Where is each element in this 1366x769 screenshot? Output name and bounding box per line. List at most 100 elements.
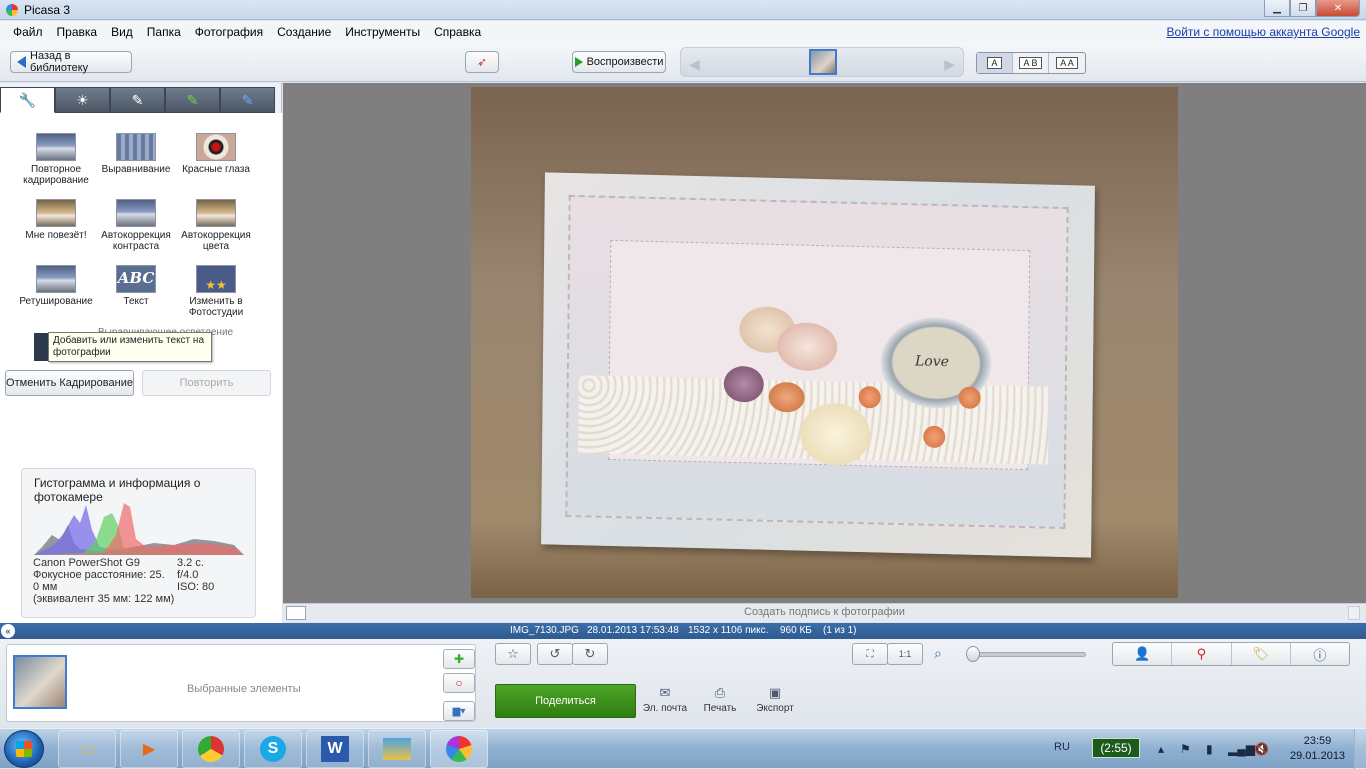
input-language[interactable]: RU bbox=[1054, 741, 1070, 753]
zoom-slider-knob[interactable] bbox=[966, 646, 980, 662]
menu-create[interactable]: Создание bbox=[270, 25, 338, 39]
fill-light-icon[interactable] bbox=[34, 333, 48, 361]
main-photo[interactable]: Love bbox=[471, 87, 1178, 598]
menu-file[interactable]: Файл bbox=[6, 25, 50, 39]
taskbar-chrome[interactable] bbox=[182, 730, 240, 768]
taskbar-picasa[interactable] bbox=[430, 730, 488, 768]
menu-help[interactable]: Справка bbox=[427, 25, 488, 39]
current-photo-thumbnail[interactable] bbox=[809, 49, 837, 75]
trash-icon[interactable] bbox=[1348, 606, 1360, 620]
print-button[interactable]: ⎙ Печать bbox=[695, 685, 745, 714]
tool-retouch[interactable]: Ретуширование bbox=[16, 265, 96, 308]
compare-view-label: A B bbox=[1019, 57, 1042, 69]
tool-auto-contrast[interactable]: Автокоррекция контраста bbox=[96, 199, 176, 252]
next-photo-icon[interactable]: ▶ bbox=[944, 56, 955, 73]
side-panel-buttons: 👤 ⚲ 🏷 ⓘ bbox=[1112, 642, 1350, 666]
stars-icon: ★★ bbox=[196, 265, 236, 293]
tool-straighten[interactable]: Выравнивание bbox=[96, 133, 176, 176]
places-button[interactable]: ⚲ bbox=[1172, 643, 1232, 665]
caption-input[interactable]: Создать подпись к фотографии bbox=[283, 606, 1366, 618]
auto-color-icon bbox=[196, 199, 236, 227]
previous-photo-icon[interactable]: ◀ bbox=[689, 56, 700, 73]
tool-retouch-label: Ретуширование bbox=[19, 296, 93, 307]
auto-contrast-icon bbox=[116, 199, 156, 227]
show-hidden-icons[interactable]: ▴ bbox=[1158, 742, 1164, 756]
rotate-right-button[interactable]: ↻ bbox=[572, 643, 608, 665]
tool-text[interactable]: ABC Текст bbox=[96, 265, 176, 308]
taskbar-word[interactable]: W bbox=[306, 730, 364, 768]
maximize-button[interactable]: ❐ bbox=[1290, 0, 1316, 17]
google-signin-link[interactable]: Войти с помощью аккаунта Google bbox=[1167, 25, 1360, 39]
share-button[interactable]: Поделиться bbox=[495, 684, 636, 718]
undo-crop-button[interactable]: Отменить Кадрирование bbox=[5, 370, 134, 396]
actual-size-button[interactable]: 1:1 bbox=[887, 643, 923, 665]
minimize-button[interactable]: ▁ bbox=[1264, 0, 1290, 17]
card-border: Love bbox=[565, 194, 1069, 530]
tool-redeye[interactable]: Красные глаза bbox=[176, 133, 256, 176]
actual-size-label: 1:1 bbox=[898, 649, 912, 659]
email-icon: ✉ bbox=[659, 685, 671, 700]
tag-icon: 🏷 bbox=[1252, 646, 1269, 661]
album-icon: ▆▾ bbox=[452, 705, 466, 717]
single-view-button[interactable]: A bbox=[977, 53, 1013, 73]
menu-photo[interactable]: Фотография bbox=[188, 25, 270, 39]
tool-auto-color[interactable]: Автокоррекция цвета bbox=[176, 199, 256, 252]
email-button[interactable]: ✉ Эл. почта bbox=[640, 685, 690, 714]
menu-view[interactable]: Вид bbox=[104, 25, 140, 39]
system-clock[interactable]: 23:59 29.01.2013 bbox=[1290, 734, 1345, 764]
flower-orange-lower bbox=[923, 425, 946, 449]
collapse-icon[interactable]: « bbox=[1, 624, 15, 638]
volume-muted-icon[interactable]: 🔇 bbox=[1254, 742, 1269, 756]
battery-status[interactable]: (2:55) bbox=[1092, 738, 1140, 758]
tab-effects-2[interactable]: ✎ bbox=[165, 87, 220, 113]
menu-tools[interactable]: Инструменты bbox=[338, 25, 427, 39]
export-button[interactable]: ▣ Экспорт bbox=[750, 685, 800, 714]
hold-pin-button[interactable]: ✚ bbox=[443, 649, 475, 669]
straighten-icon bbox=[116, 133, 156, 161]
tags-button[interactable]: 🏷 bbox=[1232, 643, 1291, 665]
network-signal-icon[interactable]: ▂▄▆ bbox=[1228, 742, 1255, 756]
tab-tuning[interactable]: ☀ bbox=[55, 87, 110, 113]
back-to-library-button[interactable]: Назад в библиотеку bbox=[10, 50, 132, 74]
play-slideshow-button[interactable]: Воспроизвести bbox=[572, 51, 666, 73]
flower-orange-small bbox=[858, 385, 881, 409]
photo-card: Love bbox=[541, 172, 1095, 558]
tool-feeling-lucky[interactable]: Мне повезёт! bbox=[16, 199, 96, 242]
tab-basic-fixes[interactable]: 🔧 bbox=[0, 87, 55, 113]
tab-effects-3[interactable]: ✎ bbox=[220, 87, 275, 113]
show-desktop-button[interactable] bbox=[1354, 729, 1366, 769]
side-by-side-view-button[interactable]: A A bbox=[1049, 53, 1085, 73]
taskbar-explorer[interactable]: ▭ bbox=[58, 730, 116, 768]
menu-bar: Файл Правка Вид Папка Фотография Создани… bbox=[0, 21, 1366, 42]
taskbar-skype[interactable]: S bbox=[244, 730, 302, 768]
battery-icon[interactable]: ▮ bbox=[1206, 742, 1213, 756]
zoom-icon: ⌕ bbox=[934, 645, 942, 661]
compare-view-button[interactable]: A B bbox=[1013, 53, 1049, 73]
email-label: Эл. почта bbox=[642, 703, 688, 714]
flower-ivory bbox=[799, 402, 871, 467]
redo-button[interactable]: Повторить bbox=[142, 370, 271, 396]
clear-tray-button[interactable]: ○ bbox=[443, 673, 475, 693]
photo-viewer[interactable]: Love bbox=[283, 83, 1366, 603]
star-button[interactable]: ☆ bbox=[495, 643, 531, 665]
tab-effects[interactable]: ✎ bbox=[110, 87, 165, 113]
tool-photo-studio[interactable]: ★★ Изменить в Фотостудии bbox=[176, 265, 256, 318]
crop-icon bbox=[36, 133, 76, 161]
tray-thumbnail[interactable] bbox=[13, 655, 67, 709]
fit-to-window-button[interactable]: ⛶ bbox=[852, 643, 888, 665]
taskbar-photo-viewer[interactable] bbox=[368, 730, 426, 768]
tool-recrop[interactable]: Повторное кадрирование bbox=[16, 133, 96, 186]
start-button[interactable] bbox=[4, 730, 44, 768]
close-button[interactable]: ✕ bbox=[1316, 0, 1360, 17]
menu-edit[interactable]: Правка bbox=[50, 25, 105, 39]
rotate-left-button[interactable]: ↺ bbox=[537, 643, 573, 665]
zoom-slider[interactable] bbox=[968, 652, 1086, 657]
properties-button[interactable]: ⓘ bbox=[1291, 643, 1349, 665]
tool-redeye-label: Красные глаза bbox=[182, 164, 250, 175]
menu-folder[interactable]: Папка bbox=[140, 25, 188, 39]
action-center-flag-icon[interactable]: ⚑ bbox=[1180, 742, 1191, 756]
people-button[interactable]: 👤 bbox=[1113, 643, 1173, 665]
add-to-album-button[interactable]: ▆▾ bbox=[443, 701, 475, 721]
geotag-button[interactable]: ➶ bbox=[465, 51, 499, 73]
taskbar-media-player[interactable]: ▶ bbox=[120, 730, 178, 768]
